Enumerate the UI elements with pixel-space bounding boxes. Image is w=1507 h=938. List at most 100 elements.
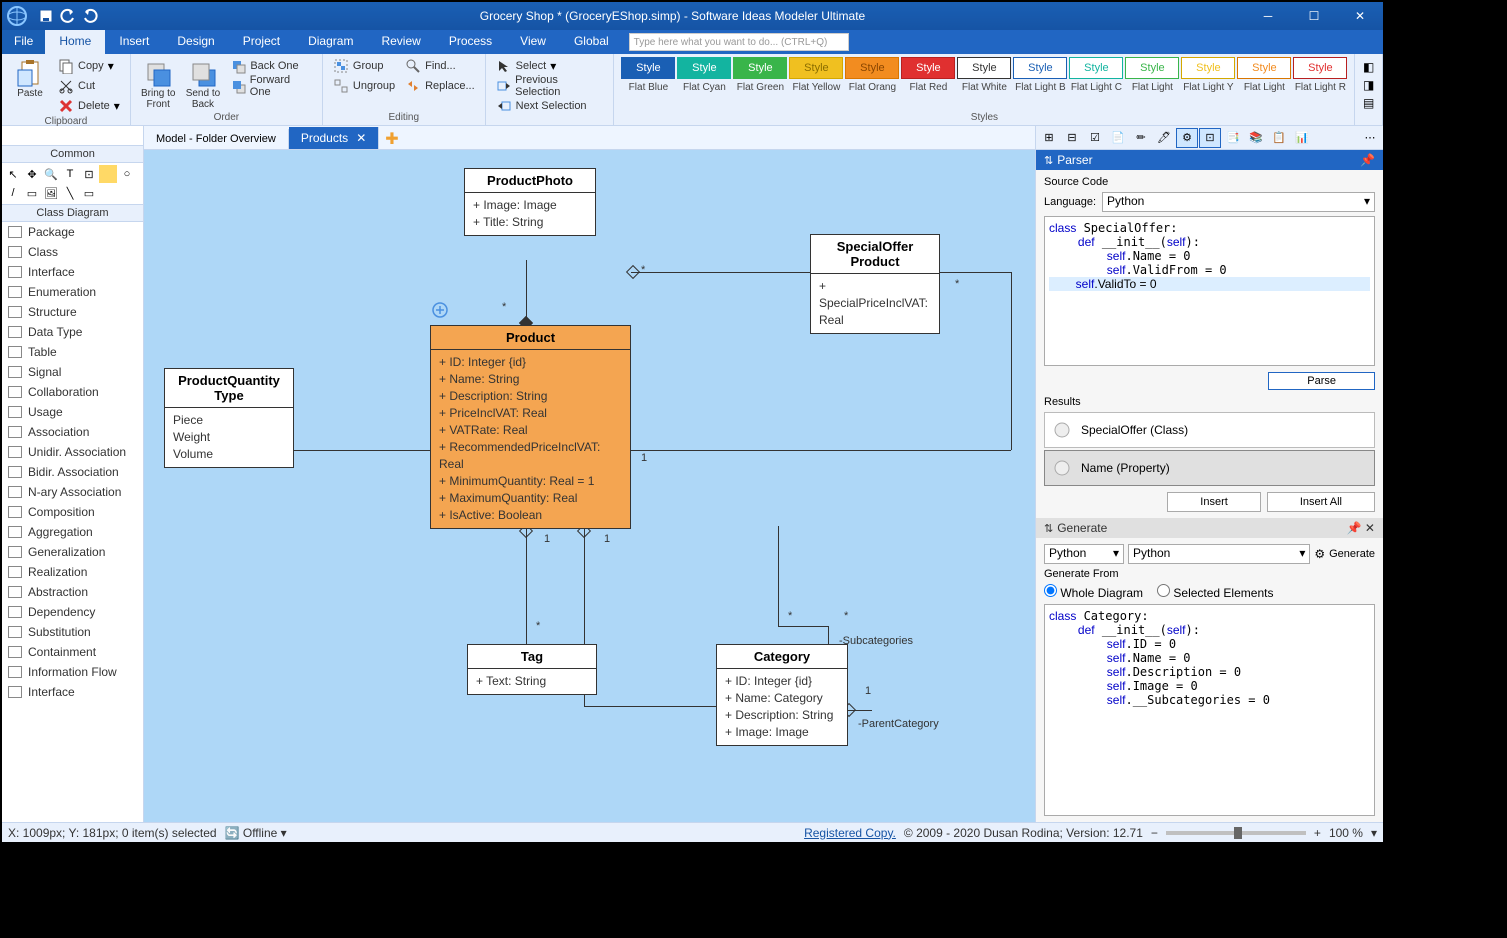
tool-move-icon[interactable]: ✥ xyxy=(23,165,41,183)
result-name[interactable]: Name (Property) xyxy=(1044,450,1375,486)
toolbox-item[interactable]: Structure xyxy=(2,302,143,322)
style-swatch[interactable]: Style xyxy=(845,57,899,79)
tool-zoom-icon[interactable]: 🔍 xyxy=(42,165,60,183)
style-swatch[interactable]: Style xyxy=(1181,57,1235,79)
copy-button[interactable]: Copy ▾ xyxy=(54,56,124,76)
send-to-back-button[interactable]: Send to Back xyxy=(182,56,225,112)
tool-image-icon[interactable]: 🖼 xyxy=(42,184,60,202)
tool-line-icon[interactable]: / xyxy=(4,184,22,202)
toolbox-item[interactable]: Package xyxy=(2,222,143,242)
toolbox-section-common[interactable]: Common xyxy=(2,146,143,163)
toolbox-item[interactable]: Association xyxy=(2,422,143,442)
toolbox-item[interactable]: Abstraction xyxy=(2,582,143,602)
toolbox-item[interactable]: Interface xyxy=(2,682,143,702)
toolbox-item[interactable]: Composition xyxy=(2,502,143,522)
tool-pointer-icon[interactable]: ↖ xyxy=(4,165,22,183)
toolbox-search-input[interactable] xyxy=(2,126,144,145)
toolbox-item[interactable]: Collaboration xyxy=(2,382,143,402)
rtool-4-icon[interactable]: 📄 xyxy=(1107,128,1129,148)
status-registered-link[interactable]: Registered Copy. xyxy=(804,826,896,840)
tool-connector1-icon[interactable]: ╲ xyxy=(61,184,79,202)
tool-text-icon[interactable]: T xyxy=(61,165,79,183)
rtool-2-icon[interactable]: ⊟ xyxy=(1061,128,1083,148)
rtool-3-icon[interactable]: ☑ xyxy=(1084,128,1106,148)
insert-button[interactable]: Insert xyxy=(1167,492,1261,512)
style-swatch[interactable]: Style xyxy=(621,57,675,79)
group-button[interactable]: Group xyxy=(329,56,399,76)
menu-search-input[interactable]: Type here what you want to do... (CTRL+Q… xyxy=(629,33,849,51)
tool-connector2-icon[interactable]: ▭ xyxy=(80,184,98,202)
rtool-6-icon[interactable]: 🖊 xyxy=(1153,128,1175,148)
zoom-in-button[interactable]: + xyxy=(1314,826,1321,840)
style-swatch[interactable]: Style xyxy=(789,57,843,79)
status-offline[interactable]: 🔄 Offline ▾ xyxy=(225,826,287,840)
class-category[interactable]: Category + ID: Integer {id}+ Name: Categ… xyxy=(716,644,848,746)
generate-code-output[interactable]: class Category: def __init__(self): self… xyxy=(1044,604,1375,816)
rtool-1-icon[interactable]: ⊞ xyxy=(1038,128,1060,148)
tab-close-icon[interactable]: ✕ xyxy=(356,131,366,145)
rtool-11-icon[interactable]: 📋 xyxy=(1268,128,1290,148)
toolbox-item[interactable]: Interface xyxy=(2,262,143,282)
menu-file[interactable]: File xyxy=(2,30,45,54)
parser-panel-header[interactable]: ⇅ Parser📌 xyxy=(1036,150,1383,170)
result-specialoffer[interactable]: SpecialOffer (Class) xyxy=(1044,412,1375,448)
parse-button[interactable]: Parse xyxy=(1268,372,1375,390)
maximize-button[interactable]: ☐ xyxy=(1291,2,1337,30)
menu-process[interactable]: Process xyxy=(435,30,506,54)
menu-diagram[interactable]: Diagram xyxy=(294,30,367,54)
ribbon-more-2-icon[interactable]: ◨ xyxy=(1363,78,1374,92)
tool-note-icon[interactable]: ⊡ xyxy=(80,165,98,183)
style-swatch[interactable]: Style xyxy=(1293,57,1347,79)
menu-view[interactable]: View xyxy=(506,30,560,54)
toolbox-item[interactable]: Data Type xyxy=(2,322,143,342)
toolbox-item[interactable]: N-ary Association xyxy=(2,482,143,502)
delete-button[interactable]: Delete ▾ xyxy=(54,96,124,116)
parser-code-input[interactable]: class SpecialOffer: def __init__(self): … xyxy=(1044,216,1375,366)
class-specialoffer[interactable]: SpecialOffer Product + SpecialPriceInclV… xyxy=(810,234,940,334)
tab-add-button[interactable]: ✚ xyxy=(379,129,404,149)
rtool-5-icon[interactable]: ✏ xyxy=(1130,128,1152,148)
zoom-value[interactable]: 100 % xyxy=(1329,826,1363,840)
select-button[interactable]: Select ▾ xyxy=(492,56,608,76)
class-tag[interactable]: Tag + Text: String xyxy=(467,644,597,695)
toolbox-item[interactable]: Bidir. Association xyxy=(2,462,143,482)
back-one-button[interactable]: Back One xyxy=(226,56,316,76)
radio-selected-elements[interactable]: Selected Elements xyxy=(1157,584,1273,600)
style-swatch[interactable]: Style xyxy=(1237,57,1291,79)
ribbon-more-1-icon[interactable]: ◧ xyxy=(1363,60,1374,74)
class-product[interactable]: Product + ID: Integer {id}+ Name: String… xyxy=(430,325,631,529)
class-productphoto[interactable]: ProductPhoto + Image: Image+ Title: Stri… xyxy=(464,168,596,236)
style-swatch[interactable]: Style xyxy=(1069,57,1123,79)
class-productqty[interactable]: ProductQuantity Type PieceWeightVolume xyxy=(164,368,294,468)
generate-panel-header[interactable]: ⇅ Generate📌 ✕ xyxy=(1036,518,1383,538)
qat-redo-icon[interactable] xyxy=(80,6,100,26)
menu-review[interactable]: Review xyxy=(367,30,434,54)
insert-all-button[interactable]: Insert All xyxy=(1267,492,1375,512)
toolbox-item[interactable]: Substitution xyxy=(2,622,143,642)
menu-home[interactable]: Home xyxy=(45,30,105,54)
gen-lang-select-1[interactable]: Python▾ xyxy=(1044,544,1124,564)
toolbox-item[interactable]: Containment xyxy=(2,642,143,662)
zoom-out-button[interactable]: − xyxy=(1151,826,1158,840)
parser-language-select[interactable]: Python▾ xyxy=(1102,192,1375,212)
rtool-7-icon[interactable]: ⚙ xyxy=(1176,128,1198,148)
add-glyph-icon[interactable] xyxy=(432,302,448,318)
toolbox-item[interactable]: Dependency xyxy=(2,602,143,622)
toolbox-item[interactable]: Generalization xyxy=(2,542,143,562)
menu-project[interactable]: Project xyxy=(229,30,294,54)
rtool-9-icon[interactable]: 📑 xyxy=(1222,128,1244,148)
rtool-12-icon[interactable]: 📊 xyxy=(1291,128,1313,148)
close-button[interactable]: ✕ xyxy=(1337,2,1383,30)
toolbox-item[interactable]: Usage xyxy=(2,402,143,422)
rtool-10-icon[interactable]: 📚 xyxy=(1245,128,1267,148)
gen-run-icon[interactable]: ⚙ xyxy=(1314,547,1325,561)
toolbox-item[interactable]: Unidir. Association xyxy=(2,442,143,462)
bring-to-front-button[interactable]: Bring to Front xyxy=(137,56,180,112)
next-selection-button[interactable]: Next Selection xyxy=(492,96,608,116)
style-swatch[interactable]: Style xyxy=(677,57,731,79)
qat-save-icon[interactable] xyxy=(36,6,56,26)
find-button[interactable]: Find... xyxy=(401,56,479,76)
replace-button[interactable]: Replace... xyxy=(401,76,479,96)
ungroup-button[interactable]: Ungroup xyxy=(329,76,399,96)
tool-circle-icon[interactable]: ○ xyxy=(118,165,136,183)
